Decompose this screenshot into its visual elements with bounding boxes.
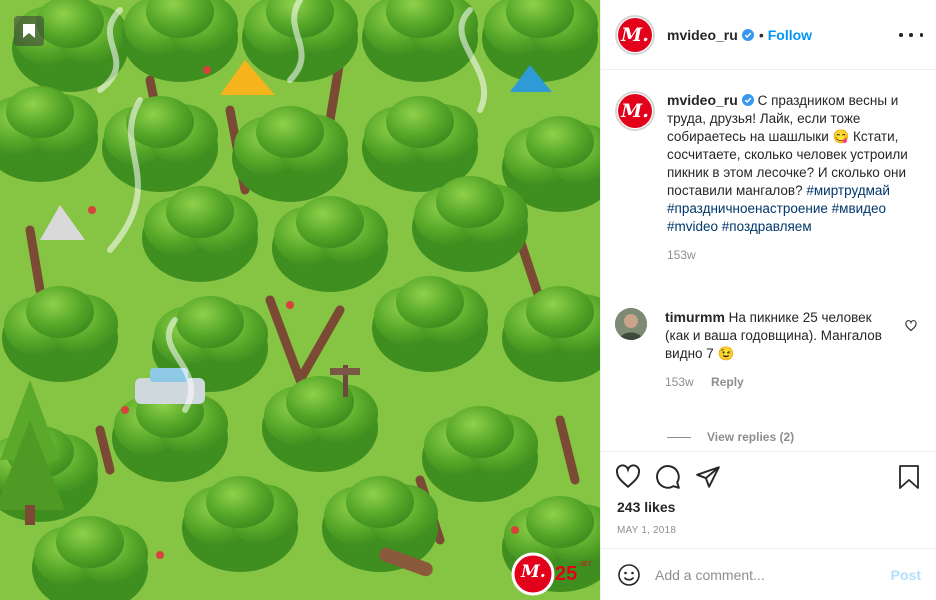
bookmark-overlay-button[interactable] xyxy=(14,16,44,46)
post-header: M. mvideo_ru • Follow xyxy=(601,0,936,70)
comment-meta: 153w Reply xyxy=(665,375,889,389)
verified-icon xyxy=(741,94,754,106)
action-bar: 243 likes MAY 1, 2018 xyxy=(601,451,936,551)
comment-input[interactable] xyxy=(655,566,891,583)
verified-icon xyxy=(741,28,754,41)
caption-text: mvideo_ru С праздником весны и труда, др… xyxy=(667,91,913,236)
separator-dot: • xyxy=(758,26,764,43)
hashtag-link[interactable]: #миртрудмай xyxy=(806,183,890,198)
badge-anniversary-number: 25 xyxy=(555,563,578,585)
view-replies-label: View replies (2) xyxy=(707,430,795,444)
badge-logo-letter: M. xyxy=(521,562,546,582)
hashtag-link[interactable]: #mvideo xyxy=(667,219,718,234)
hashtag-link[interactable]: #праздничноенастроение xyxy=(667,201,828,216)
caption: M. mvideo_ru С праздником весны и труда,… xyxy=(615,91,915,262)
comment-icon[interactable] xyxy=(655,464,681,490)
caption-username[interactable]: mvideo_ru xyxy=(667,92,738,108)
view-replies-line xyxy=(667,436,691,438)
likes-count[interactable]: 243 likes xyxy=(617,499,675,515)
caption-age: 153w xyxy=(667,248,696,262)
post-date[interactable]: MAY 1, 2018 xyxy=(617,525,676,536)
action-icons xyxy=(615,464,721,490)
avatar-logo: M. xyxy=(618,17,652,52)
bookmark-icon xyxy=(23,24,35,38)
follow-button[interactable]: Follow xyxy=(768,27,812,43)
comment-like-heart-icon[interactable] xyxy=(905,320,917,332)
forest-picnic-illustration xyxy=(0,0,600,600)
commenter-photo xyxy=(615,308,647,340)
badge-anniversary-label: ЛЕТ xyxy=(580,562,592,568)
caption-avatar-logo: M. xyxy=(618,94,652,128)
heart-icon[interactable] xyxy=(615,464,641,490)
username-link[interactable]: mvideo_ru xyxy=(667,27,738,43)
emoji-icon[interactable] xyxy=(617,563,641,587)
hashtag-link[interactable]: #мвидео xyxy=(832,201,886,216)
post-side-panel: M. mvideo_ru • Follow M. mvideo_ru С пра… xyxy=(600,0,936,600)
view-replies-button[interactable]: View replies (2) xyxy=(667,430,794,444)
hashtag-link[interactable]: #поздравляем xyxy=(722,219,812,234)
post-image[interactable]: M. 25 ЛЕТ xyxy=(0,0,600,600)
commenter-avatar[interactable] xyxy=(615,308,647,340)
comment-item: timurmm На пикнике 25 человек (как и ваш… xyxy=(615,308,925,389)
save-icon[interactable] xyxy=(897,464,921,490)
post-button[interactable]: Post xyxy=(891,567,921,583)
commenter-username[interactable]: timurmm xyxy=(665,309,725,325)
avatar[interactable]: M. xyxy=(615,14,655,55)
add-comment-bar: Post xyxy=(601,548,936,600)
share-icon[interactable] xyxy=(695,464,721,490)
comment-text: timurmm На пикнике 25 человек (как и ваш… xyxy=(665,308,889,363)
comment-age: 153w xyxy=(665,375,694,389)
caption-avatar[interactable]: M. xyxy=(615,91,655,131)
reply-button[interactable]: Reply xyxy=(711,375,744,389)
comments-section[interactable]: M. mvideo_ru С праздником весны и труда,… xyxy=(601,71,936,451)
more-options-icon[interactable] xyxy=(899,26,923,44)
